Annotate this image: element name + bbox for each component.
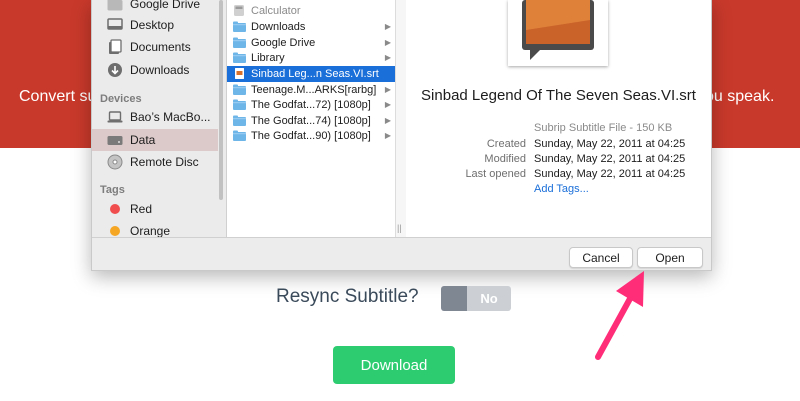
documents-icon	[107, 39, 123, 55]
sidebar-item-label: Data	[130, 133, 156, 147]
folder-icon	[233, 99, 246, 111]
created-value: Sunday, May 22, 2011 at 04:25	[534, 138, 686, 150]
folder-icon	[233, 84, 246, 96]
sidebar-item-google-drive[interactable]: Google Drive	[92, 0, 218, 15]
file-item-teenage[interactable]: Teenage.M...ARKS[rarbg] ▶	[227, 82, 395, 98]
folder-icon	[233, 130, 246, 142]
file-item-label: Google Drive	[251, 36, 316, 49]
hero-text-left: Convert su	[19, 88, 97, 105]
sidebar-item-label: Orange	[130, 224, 171, 237]
folder-icon	[233, 52, 246, 64]
column-resize-handle[interactable]: ||	[397, 223, 402, 233]
chevron-right-icon: ▶	[384, 116, 391, 126]
annotation-arrow-icon	[595, 271, 644, 360]
finder-sidebar: Google Drive Desktop Documents Downloads…	[92, 0, 227, 237]
download-button[interactable]: Download	[333, 346, 455, 384]
chevron-right-icon: ▶	[384, 53, 391, 63]
file-item-label: The Godfat...74) [1080p]	[251, 114, 371, 127]
add-tags-link[interactable]: Add Tags...	[534, 183, 589, 195]
folder-icon	[233, 21, 246, 33]
laptop-icon	[107, 109, 123, 125]
sidebar-devices-header: Devices	[100, 93, 142, 105]
orange-tag-dot-icon	[110, 226, 120, 236]
sidebar-item-label: Downloads	[130, 63, 190, 77]
file-item-label: Library	[251, 51, 285, 64]
sidebar-item-data[interactable]: Data	[92, 129, 218, 151]
sidebar-tags-header: Tags	[100, 184, 125, 196]
file-list-column: Calculator Downloads ▶ Google Drive ▶ Li…	[227, 0, 396, 237]
file-item-godfather-90[interactable]: The Godfat...90) [1080p] ▶	[227, 128, 395, 144]
sidebar-item-label: Bao’s MacBo...	[130, 110, 211, 124]
sidebar-scrollbar[interactable]	[219, 0, 223, 200]
preview-kind-size: Subrip Subtitle File - 150 KB	[534, 122, 673, 134]
file-preview-pane: Sinbad Legend Of The Seven Seas.VI.srt S…	[406, 0, 711, 237]
sidebar-item-label: Google Drive	[130, 0, 201, 11]
chevron-right-icon: ▶	[384, 100, 391, 110]
created-label: Created	[486, 138, 526, 150]
sidebar-item-label: Documents	[130, 40, 191, 54]
sidebar-tag-red[interactable]: Red	[92, 198, 218, 220]
modified-label: Modified	[484, 153, 526, 165]
file-item-label: The Godfat...90) [1080p]	[251, 129, 371, 142]
sidebar-item-downloads[interactable]: Downloads	[92, 59, 218, 81]
drive-folder-icon	[107, 0, 123, 12]
resync-subtitle-label: Resync Subtitle?	[276, 286, 419, 307]
last-opened-value: Sunday, May 22, 2011 at 04:25	[534, 168, 686, 180]
sidebar-tag-orange[interactable]: Orange	[92, 220, 218, 237]
chevron-right-icon: ▶	[384, 22, 391, 32]
chevron-right-icon: ▶	[384, 85, 391, 95]
file-open-dialog: Google Drive Desktop Documents Downloads…	[91, 0, 712, 271]
sidebar-item-desktop[interactable]: Desktop	[92, 14, 218, 36]
folder-icon	[233, 115, 246, 127]
file-item-downloads[interactable]: Downloads ▶	[227, 19, 395, 35]
disk-icon	[107, 132, 123, 148]
folder-icon	[233, 37, 246, 49]
red-tag-dot-icon	[110, 204, 120, 214]
file-thumbnail	[508, 0, 608, 66]
file-item-label: Teenage.M...ARKS[rarbg]	[251, 83, 377, 96]
disc-icon	[107, 154, 123, 170]
file-item-library[interactable]: Library ▶	[227, 50, 395, 66]
file-item-google-drive[interactable]: Google Drive ▶	[227, 35, 395, 51]
file-item-label: The Godfat...72) [1080p]	[251, 98, 371, 111]
file-item-sinbad-srt[interactable]: Sinbad Leg...n Seas.VI.srt	[227, 66, 395, 82]
desktop-icon	[107, 17, 123, 33]
last-opened-label: Last opened	[465, 168, 526, 180]
downloads-icon	[107, 62, 123, 78]
chevron-right-icon: ▶	[384, 131, 391, 141]
subtitle-document-icon	[522, 0, 594, 60]
subtitle-file-icon	[235, 68, 244, 80]
sidebar-item-documents[interactable]: Documents	[92, 36, 218, 58]
file-item-label: Downloads	[251, 20, 306, 33]
sidebar-item-label: Desktop	[130, 18, 175, 32]
file-item[interactable]: Calculator	[227, 3, 395, 19]
hero-text-right: ou speak.	[705, 88, 775, 105]
sidebar-item-remote-disc[interactable]: Remote Disc	[92, 151, 218, 173]
file-item-godfather-74[interactable]: The Godfat...74) [1080p] ▶	[227, 113, 395, 129]
sidebar-item-macbook[interactable]: Bao’s MacBo...	[92, 106, 218, 128]
chevron-right-icon: ▶	[384, 38, 391, 48]
modified-value: Sunday, May 22, 2011 at 04:25	[534, 153, 686, 165]
sidebar-item-label: Red	[130, 202, 153, 216]
toggle-knob	[441, 286, 467, 311]
sidebar-item-label: Remote Disc	[130, 155, 199, 169]
app-icon	[234, 5, 244, 17]
file-item-label: Calculator	[251, 4, 301, 17]
resync-toggle[interactable]: No	[441, 286, 511, 311]
preview-filename: Sinbad Legend Of The Seven Seas.VI.srt	[421, 87, 696, 104]
file-item-godfather-72[interactable]: The Godfat...72) [1080p] ▶	[227, 97, 395, 113]
file-item-label: Sinbad Leg...n Seas.VI.srt	[251, 67, 379, 80]
toggle-state-label: No	[467, 286, 511, 311]
